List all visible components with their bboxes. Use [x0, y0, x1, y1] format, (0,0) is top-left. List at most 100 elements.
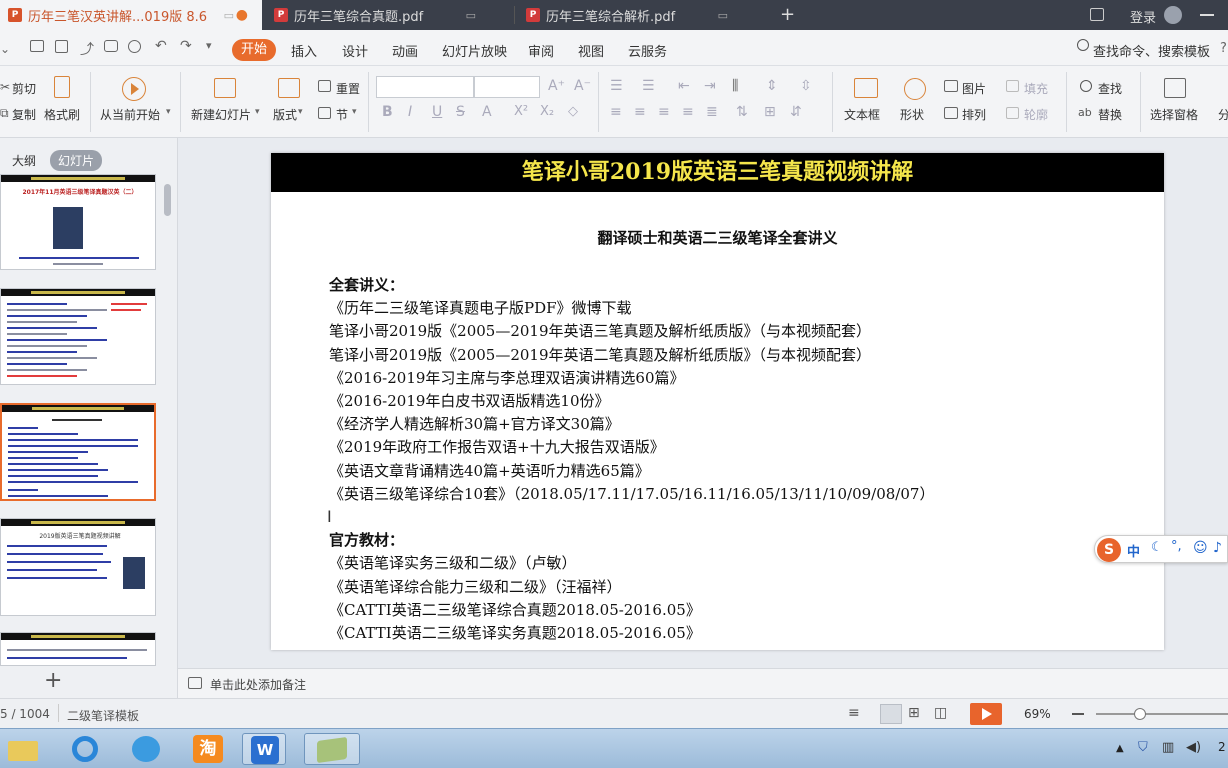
- notes-placeholder[interactable]: 单击此处添加备注: [210, 676, 306, 693]
- slide-thumbnail-4[interactable]: 2019版英语三笔真题视频讲解: [0, 518, 156, 616]
- window-mode-icon[interactable]: [1090, 8, 1104, 21]
- arrange-button[interactable]: 排列: [962, 106, 986, 123]
- minimize-tab-icon[interactable]: ▭: [718, 9, 728, 22]
- slide-thumbnail-2[interactable]: [0, 288, 156, 385]
- file-explorer-icon[interactable]: [2, 733, 46, 765]
- notes-toggle-icon[interactable]: ≡: [848, 705, 860, 721]
- decrease-indent-icon[interactable]: ⇤: [678, 78, 690, 94]
- increase-font-icon[interactable]: A⁺: [548, 78, 565, 94]
- normal-view-button[interactable]: [880, 704, 902, 724]
- cut-button[interactable]: 剪切: [12, 80, 36, 97]
- outline-button[interactable]: 轮廓: [1024, 106, 1048, 123]
- wps-icon[interactable]: W: [242, 733, 286, 765]
- chevron-down-icon[interactable]: ▾: [298, 107, 303, 117]
- thumbnail-scrollbar[interactable]: [164, 184, 171, 216]
- notes-pane[interactable]: 单击此处添加备注: [178, 668, 1228, 698]
- minimize-window-icon[interactable]: [1200, 14, 1214, 16]
- layout-button[interactable]: 版式: [273, 106, 297, 123]
- shape-button[interactable]: 形状: [900, 106, 924, 123]
- italic-icon[interactable]: I: [408, 104, 412, 120]
- tray-expand-icon[interactable]: ▲: [1116, 743, 1124, 754]
- ime-toolbar[interactable]: S 中 ☾ °, ☺ ♪: [1094, 535, 1228, 563]
- superscript-icon[interactable]: X²: [514, 104, 528, 119]
- app-window-icon[interactable]: [304, 733, 360, 765]
- login-link[interactable]: 登录: [1130, 7, 1156, 26]
- help-icon[interactable]: ?: [1220, 41, 1227, 56]
- slide-thumbnail-1[interactable]: 2017年11月英语三级笔译真题汉英（二）: [0, 174, 156, 270]
- menu-design[interactable]: 设计: [342, 41, 368, 60]
- ime-language[interactable]: 中: [1127, 541, 1140, 560]
- customize-dropdown-icon[interactable]: ▾: [206, 39, 212, 52]
- numbered-list-icon[interactable]: ☰: [642, 78, 655, 94]
- save-icon[interactable]: [55, 40, 68, 53]
- paragraph-spacing-icon[interactable]: ⇵: [790, 104, 802, 120]
- text-direction-icon[interactable]: ⇕: [766, 78, 778, 94]
- reading-view-icon[interactable]: ◫: [934, 705, 947, 721]
- microphone-icon[interactable]: ♪: [1213, 540, 1222, 556]
- tab-outline[interactable]: 大纲: [4, 150, 44, 171]
- copy-button[interactable]: 复制: [12, 106, 36, 123]
- slide-sorter-icon[interactable]: ⊞: [908, 705, 920, 721]
- moon-icon[interactable]: ☾: [1151, 540, 1163, 555]
- decrease-font-icon[interactable]: A⁻: [574, 78, 591, 94]
- new-slide-button[interactable]: 新建幻灯片: [191, 106, 251, 123]
- textbox-button[interactable]: 文本框: [844, 106, 880, 123]
- replace-button[interactable]: 替换: [1098, 106, 1122, 123]
- chevron-down-icon[interactable]: ⌄: [0, 42, 10, 56]
- chevron-down-icon[interactable]: ▾: [352, 107, 357, 117]
- preview-icon[interactable]: [128, 40, 141, 53]
- browser-icon[interactable]: [124, 733, 168, 765]
- command-search[interactable]: 查找命令、搜索模板: [1093, 41, 1210, 60]
- internet-explorer-icon[interactable]: [62, 733, 106, 765]
- emoji-icon[interactable]: ☺: [1193, 540, 1208, 556]
- columns-icon[interactable]: ⫼: [732, 78, 738, 94]
- volume-icon[interactable]: ◀): [1186, 740, 1201, 755]
- slide-thumbnail-3-selected[interactable]: [0, 403, 156, 501]
- minimize-tab-icon[interactable]: ▭: [224, 9, 234, 22]
- menu-review[interactable]: 审阅: [528, 41, 554, 60]
- punctuation-icon[interactable]: °,: [1171, 539, 1182, 554]
- justify-icon[interactable]: ≡: [682, 104, 694, 120]
- tab-pdf-2[interactable]: P 历年三笔综合解析.pdf ▭: [518, 0, 764, 30]
- add-slide-button[interactable]: +: [44, 668, 62, 693]
- clear-format-icon[interactable]: ◇: [568, 104, 578, 119]
- play-from-current-button[interactable]: 从当前开始: [100, 106, 160, 123]
- distribute-icon[interactable]: ≣: [706, 104, 718, 120]
- menu-cloud[interactable]: 云服务: [628, 41, 667, 60]
- tab-slides[interactable]: 幻灯片: [50, 150, 103, 171]
- format-painter-button[interactable]: 格式刷: [44, 106, 80, 123]
- align-center-icon[interactable]: ≡: [634, 104, 646, 120]
- menu-home[interactable]: 开始: [232, 39, 276, 61]
- selection-pane-button[interactable]: 选择窗格: [1150, 106, 1198, 123]
- minimize-tab-icon[interactable]: ▭: [466, 9, 476, 22]
- shield-icon[interactable]: ⛉: [1138, 740, 1148, 755]
- zoom-out-icon[interactable]: [1072, 713, 1084, 715]
- zoom-slider-track[interactable]: [1096, 713, 1228, 715]
- font-family-select[interactable]: [376, 76, 474, 98]
- strikethrough-icon[interactable]: S: [456, 104, 465, 120]
- print-icon[interactable]: [104, 40, 118, 52]
- redo-icon[interactable]: ↷: [180, 38, 192, 54]
- bold-icon[interactable]: B: [382, 104, 393, 120]
- new-tab-button[interactable]: +: [780, 4, 795, 25]
- current-slide[interactable]: 笔译小哥2019版英语三笔真题视频讲解 翻译硕士和英语二三级笔译全套讲义 全套讲…: [271, 153, 1164, 650]
- network-icon[interactable]: ▥: [1162, 740, 1174, 755]
- find-button[interactable]: 查找: [1098, 80, 1122, 97]
- zoom-level[interactable]: 69%: [1024, 707, 1051, 721]
- menu-slideshow[interactable]: 幻灯片放映: [442, 41, 507, 60]
- underline-icon[interactable]: U: [432, 104, 442, 120]
- line-spacing-icon[interactable]: ⇳: [800, 78, 812, 94]
- reset-button[interactable]: 重置: [336, 80, 360, 97]
- vertical-align-icon[interactable]: ⇅: [736, 104, 748, 120]
- picture-button[interactable]: 图片: [962, 80, 986, 97]
- slide-thumbnail-5[interactable]: [0, 632, 156, 666]
- split-button[interactable]: 分: [1218, 106, 1228, 123]
- template-name[interactable]: 二级笔译模板: [67, 707, 139, 724]
- open-folder-icon[interactable]: [30, 40, 44, 52]
- menu-view[interactable]: 视图: [578, 41, 604, 60]
- tab-pdf-1[interactable]: P 历年三笔综合真题.pdf ▭: [266, 0, 512, 30]
- font-size-select[interactable]: [474, 76, 540, 98]
- chevron-down-icon[interactable]: ▾: [166, 107, 171, 117]
- align-left-icon[interactable]: ≡: [610, 104, 622, 120]
- menu-animation[interactable]: 动画: [392, 41, 418, 60]
